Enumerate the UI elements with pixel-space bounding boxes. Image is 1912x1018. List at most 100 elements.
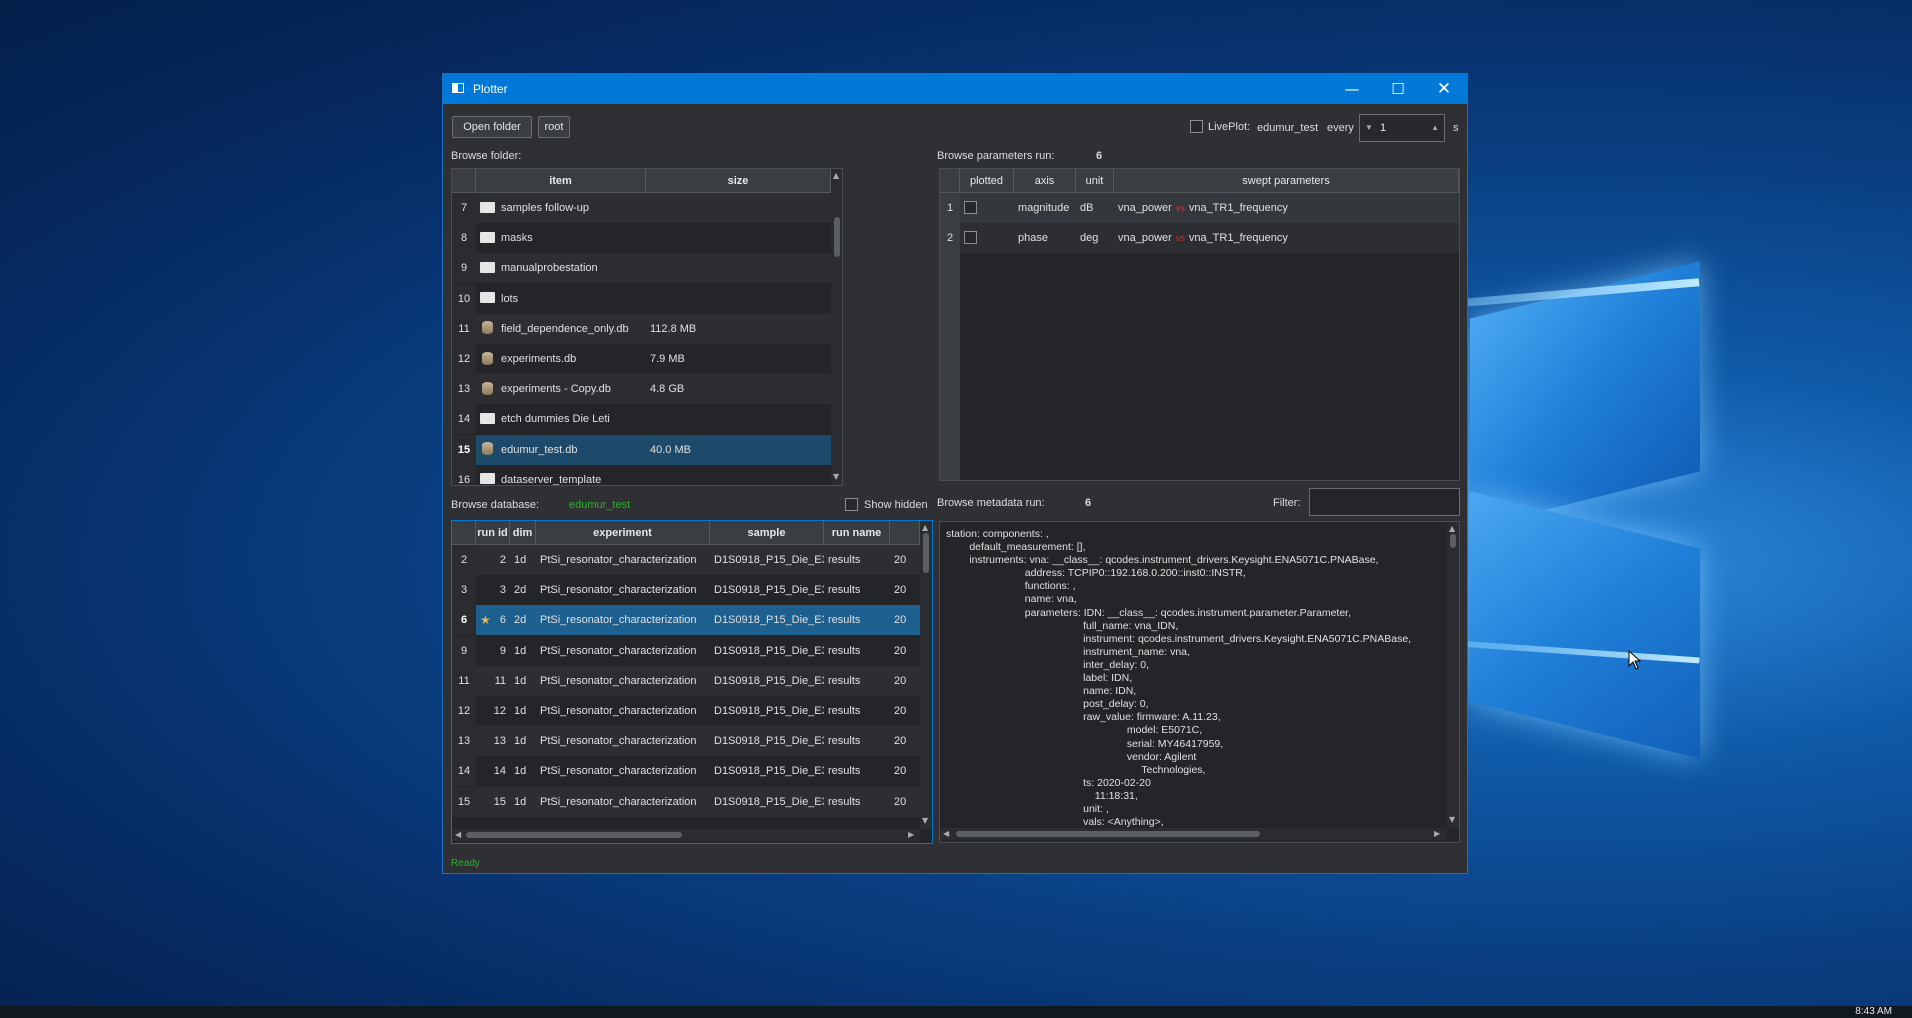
folder-item-size [650,404,830,434]
folder-row-number: 8 [452,223,476,254]
maximize-button[interactable]: ☐ [1375,74,1421,104]
metadata-line: vendor: Agilent [946,750,1197,763]
db-run-id: 13 [493,735,506,748]
folder-table: item size 7 samples follow-up 8 masks 9 manua… [451,168,843,486]
open-folder-button[interactable]: Open folder [452,116,532,138]
folder-item-name: masks [501,232,533,245]
scroll-down-icon[interactable]: ▼ [922,816,928,825]
db-run-name: results [828,795,861,808]
database-row[interactable]: 2 2 1d PtSi_resonator_characterization D1S09… [452,545,920,575]
folder-item-size [650,284,830,314]
folder-vertical-scrollbar[interactable]: ▲ ▼ [831,169,842,485]
folder-scroll-thumb[interactable] [834,217,840,257]
folder-item-size [650,223,830,253]
folder-header-size[interactable]: size [646,169,831,193]
browse-folder-label: Browse folder: [451,150,522,162]
scroll-right-icon[interactable]: ▶ [1434,829,1440,838]
folder-row[interactable]: 13 experiments - Copy.db 4.8 GB [452,374,831,405]
folder-row-number: 15 [452,434,476,465]
metadata-vertical-scrollbar[interactable]: ▲ ▼ [1447,522,1459,828]
metadata-line: station: components: , [946,528,1049,540]
root-button[interactable]: root [538,116,570,138]
folder-row[interactable]: 15 edumur_test.db 40.0 MB [452,434,831,465]
folder-row[interactable]: 7 samples follow-up [452,193,831,223]
db-run-name: results [828,765,861,778]
liveplot-unit: s [1453,122,1459,134]
desktop-background: 8:43 AM Plotter — ☐ ✕ Open folder root L… [0,0,1912,1018]
metadata-scroll-thumb[interactable] [1450,534,1456,548]
db-header-run-name[interactable]: run name [824,521,890,545]
params-header-plotted[interactable]: plotted [960,169,1014,193]
database-row[interactable]: 3 3 2d PtSi_resonator_characterization D1S09… [452,575,920,606]
title-bar[interactable]: Plotter — ☐ ✕ [443,74,1467,104]
scroll-up-icon[interactable]: ▲ [833,171,839,180]
folder-row[interactable]: 16 dataserver_template [452,464,831,485]
db-experiment: PtSi_resonator_characterization [540,614,697,627]
db-header-run-id[interactable]: run id [476,521,510,545]
parameter-row[interactable]: 2 phase deg vna_power vs vna_TR1_frequency [940,223,1459,253]
db-dim: 1d [514,554,527,566]
params-header-axis[interactable]: axis [1014,169,1076,193]
scroll-right-icon[interactable]: ▶ [908,830,914,839]
folder-row[interactable]: 14 etch dummies Die Leti [452,404,831,435]
folder-row[interactable]: 8 masks [452,223,831,254]
folder-item-size: 7.9 MB [650,353,685,365]
plotted-checkbox[interactable] [964,231,977,244]
metadata-line: label: IDN, [946,672,1133,685]
db-header-extra[interactable] [890,521,920,545]
plotted-checkbox[interactable] [964,201,977,214]
show-hidden-checkbox[interactable] [845,498,858,511]
parameter-row[interactable]: 1 magnitude dB vna_power vs vna_TR1_frequency [940,193,1459,223]
folder-item-size: 112.8 MB [650,322,697,335]
folder-row[interactable]: 12 experiments.db 7.9 MB [452,344,831,374]
database-row[interactable]: 15 15 1d PtSi_resonator_characterization D1S… [452,786,920,817]
folder-row[interactable]: 9 manualprobestation [452,253,831,284]
db-experiment: PtSi_resonator_characterization [540,644,697,657]
database-row[interactable]: 12 12 1d PtSi_resonator_characterization D1S… [452,696,920,726]
minimize-button[interactable]: — [1329,74,1375,104]
db-run-id: 11 [494,674,506,687]
database-row[interactable]: 14 14 1d PtSi_resonator_characterization D1S… [452,756,920,787]
parameters-run-number: 6 [1096,150,1103,162]
metadata-filter-input[interactable] [1309,488,1460,516]
folder-item-name: samples follow-up [501,202,590,214]
db-horizontal-scrollbar[interactable]: ◀ ▶ [452,829,920,841]
scroll-left-icon[interactable]: ◀ [943,829,949,838]
folder-row[interactable]: 10 lots [452,283,831,314]
db-row-number: 15 [452,786,476,817]
metadata-hscroll-thumb[interactable] [956,831,1260,837]
close-button[interactable]: ✕ [1421,74,1467,104]
database-row[interactable]: 13 13 1d PtSi_resonator_characterization D1S… [452,726,920,757]
db-sample: D1S0918_P15_Die_E3 [714,614,824,627]
database-row[interactable]: 9 9 1d PtSi_resonator_characterization D1S09… [452,635,920,666]
params-header-swept[interactable]: swept parameters [1114,169,1459,193]
db-hscroll-thumb[interactable] [466,832,682,838]
scroll-left-icon[interactable]: ◀ [455,830,461,839]
database-row[interactable]: 11 11 1d PtSi_resonator_characterization D1S… [452,665,920,696]
db-scroll-thumb[interactable] [923,533,929,573]
db-header-sample[interactable]: sample [710,521,824,545]
folder-item-cell: dataserver_template [480,465,646,485]
scroll-up-icon[interactable]: ▲ [1449,524,1455,533]
spin-up-icon[interactable]: ▲ [1431,115,1439,141]
scroll-down-icon[interactable]: ▼ [1449,815,1455,824]
liveplot-checkbox[interactable] [1190,120,1203,133]
db-vertical-scrollbar[interactable]: ▲ ▼ [920,521,932,829]
taskbar [0,1006,1912,1018]
metadata-line: parameters: IDN: __class__: qcodes.instr… [946,606,1351,619]
db-extra: 20 [894,795,907,808]
db-extra: 20 [894,705,907,717]
folder-header-item[interactable]: item [476,169,646,193]
db-header-experiment[interactable]: experiment [536,521,710,545]
params-header-unit[interactable]: unit [1076,169,1114,193]
scroll-up-icon[interactable]: ▲ [922,523,928,532]
liveplot-interval-spinbox[interactable]: ▼ 1 ▲ [1359,114,1445,142]
db-header-dim[interactable]: dim [510,521,536,545]
metadata-horizontal-scrollbar[interactable]: ◀ ▶ [940,828,1447,840]
db-sample: D1S0918_P15_Die_E3 [714,554,824,566]
database-row[interactable]: 6 ★ 6 2d PtSi_resonator_characterization D1S0… [452,605,920,636]
liveplot-interval-value: 1 [1380,122,1387,134]
folder-row[interactable]: 11 field_dependence_only.db 112.8 MB [452,313,831,344]
spin-down-icon[interactable]: ▼ [1365,115,1373,141]
scroll-down-icon[interactable]: ▼ [833,472,839,481]
